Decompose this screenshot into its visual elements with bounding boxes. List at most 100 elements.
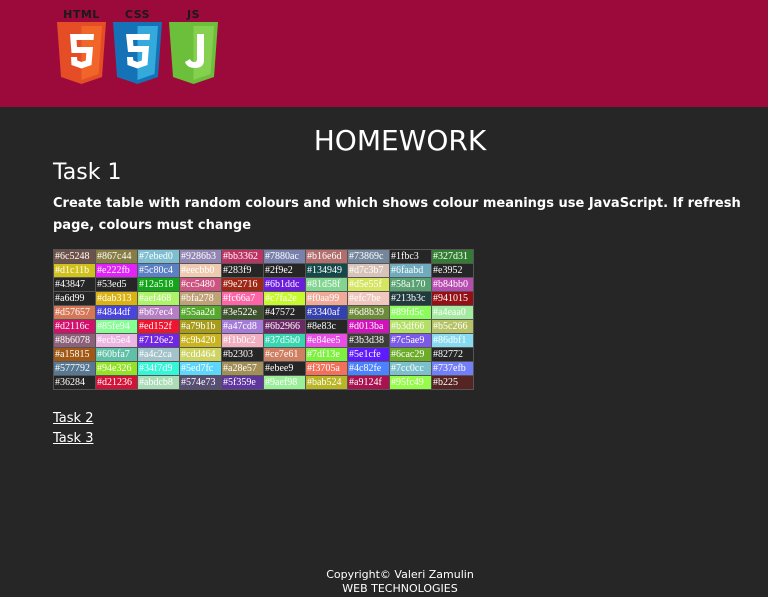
color-cell: #82772: [431, 347, 474, 362]
footer: Copyright© Valeri Zamulin WEB TECHNOLOGI…: [0, 568, 768, 596]
color-row: #d2116c #85fe94 #ed152f #a79b1b #a47cd8 #6b29…: [53, 319, 474, 334]
color-cell: #cc5480: [179, 277, 222, 292]
color-cell: #8b6078: [53, 333, 96, 348]
color-cell: #7126e2: [137, 333, 180, 348]
color-cell: #6d8b39: [347, 305, 390, 320]
color-cell: #f1b0c2: [221, 333, 264, 348]
color-cell: #37d5b0: [263, 333, 306, 348]
color-cell: #7c5ae9: [389, 333, 432, 348]
color-cell: #a4c2ca: [137, 347, 180, 362]
color-cell: #7880ac: [263, 249, 306, 264]
color-cell: #737efb: [431, 361, 474, 376]
color-cell: #c7fa2e: [263, 291, 306, 306]
color-cell: #134949: [305, 263, 348, 278]
color-cell: #7ebed0: [137, 249, 180, 264]
random-color-table: #6c5248 #867c44 #7ebed0 #9286b3 #bb3362 #7880…: [53, 249, 474, 390]
color-cell: #d5e55f: [347, 277, 390, 292]
color-cell: #7cc0cc: [389, 361, 432, 376]
color-cell: #85fe94: [95, 319, 138, 334]
color-cell: #6c5248: [53, 249, 96, 264]
color-cell: #e84ee5: [305, 333, 348, 348]
color-cell: #b67ec4: [137, 305, 180, 320]
logo-label: JS: [186, 8, 200, 21]
js-logo: JS: [167, 8, 220, 86]
color-cell: #abdcb8: [137, 375, 180, 390]
footer-subtitle: WEB TECHNOLOGIES: [342, 582, 458, 595]
color-cell: #b84bb0: [431, 277, 474, 292]
color-cell: #efc7be: [347, 291, 390, 306]
color-cell: #327d31: [431, 249, 474, 264]
color-cell: #f0aa99: [305, 291, 348, 306]
color-cell: #ebee9: [263, 361, 306, 376]
page-title: HOMEWORK: [313, 124, 487, 157]
color-row: #8b6078 #ecb5e4 #7126e2 #c9b420 #f1b0c2 #37d5…: [53, 333, 474, 348]
color-cell: #5f359e: [221, 375, 264, 390]
color-cell: #d57657: [53, 305, 96, 320]
color-cell: #ce7e61: [263, 347, 306, 362]
color-cell: #73869c: [347, 249, 390, 264]
color-cell: #e222fb: [95, 263, 138, 278]
color-cell: #bb3362: [221, 249, 264, 264]
color-cell: #ecb5e4: [95, 333, 138, 348]
color-cell: #9286b3: [179, 249, 222, 264]
color-cell: #2f9e2: [263, 263, 306, 278]
color-cell: #a9124f: [347, 375, 390, 390]
copyright-text: Copyright© Valeri Zamulin: [326, 568, 474, 581]
logo-label: HTML: [63, 8, 100, 21]
color-cell: #bfa278: [179, 291, 222, 306]
color-cell: #b225: [431, 375, 474, 390]
color-cell: #a79b1b: [179, 319, 222, 334]
css3-shield-icon: [113, 22, 162, 84]
color-cell: #a15815: [53, 347, 96, 362]
color-row: #a15815 #60bfa7 #a4c2ca #cdd464 #b2303 #ce7e6…: [53, 347, 474, 362]
color-cell: #8e83c: [305, 319, 348, 334]
color-cell: #574e73: [179, 375, 222, 390]
color-cell: #fc66a7: [221, 291, 264, 306]
color-cell: #86dbf1: [431, 333, 474, 348]
color-cell: #5c80c4: [137, 263, 180, 278]
color-cell: #4844df: [95, 305, 138, 320]
color-cell: #a6d99: [53, 291, 96, 306]
task-3-link[interactable]: Task 3: [53, 429, 93, 449]
color-cell: #c9b420: [179, 333, 222, 348]
color-cell: #6b2966: [263, 319, 306, 334]
logo-label: CSS: [124, 8, 151, 21]
color-cell: #eecbb0: [179, 263, 222, 278]
color-cell: #d013ba: [347, 319, 390, 334]
color-cell: #95fc49: [389, 375, 432, 390]
color-cell: #d7c3b7: [347, 263, 390, 278]
color-cell: #6faabd: [389, 263, 432, 278]
color-cell: #81d58f: [305, 277, 348, 292]
color-cell: #aef468: [137, 291, 180, 306]
color-cell: #1fbc3: [389, 249, 432, 264]
color-cell: #cdd464: [179, 347, 222, 362]
color-cell: #36284: [53, 375, 96, 390]
color-cell: #d21236: [95, 375, 138, 390]
color-cell: #a47cd8: [221, 319, 264, 334]
color-cell: #58a170: [389, 277, 432, 292]
color-cell: #7df13e: [305, 347, 348, 362]
color-cell: #b16e6d: [305, 249, 348, 264]
color-row: #d1c11b #e222fb #5c80c4 #eecbb0 #283f9 #2f9e2…: [53, 263, 474, 278]
color-cell: #dab313: [95, 291, 138, 306]
color-row: #d57657 #4844df #b67ec4 #55aa2d #3e522e #4757…: [53, 305, 474, 320]
color-row: #a6d99 #dab313 #aef468 #bfa278 #fc66a7 #c7fa2…: [53, 291, 474, 306]
color-cell: #d1c11b: [53, 263, 96, 278]
color-cell: #43847: [53, 277, 96, 292]
color-cell: #47572: [263, 305, 306, 320]
color-cell: #941015: [431, 291, 474, 306]
color-cell: #f3705a: [305, 361, 348, 376]
color-cell: #5ed7fc: [179, 361, 222, 376]
color-cell: #213b3c: [389, 291, 432, 306]
color-cell: #34f7d9: [137, 361, 180, 376]
color-table-body: #6c5248 #867c44 #7ebed0 #9286b3 #bb3362 #7880…: [53, 249, 474, 390]
color-cell: #bab524: [305, 375, 348, 390]
color-cell: #a28e57: [221, 361, 264, 376]
task-2-link[interactable]: Task 2: [53, 409, 93, 429]
css3-logo: CSS: [111, 8, 164, 86]
tech-logos: HTML CSS JS: [55, 8, 220, 86]
color-cell: #94e326: [95, 361, 138, 376]
color-cell: #a4eaa0: [431, 305, 474, 320]
color-row: #6c5248 #867c44 #7ebed0 #9286b3 #bb3362 #7880…: [53, 249, 474, 264]
color-cell: #5e1cfe: [347, 347, 390, 362]
